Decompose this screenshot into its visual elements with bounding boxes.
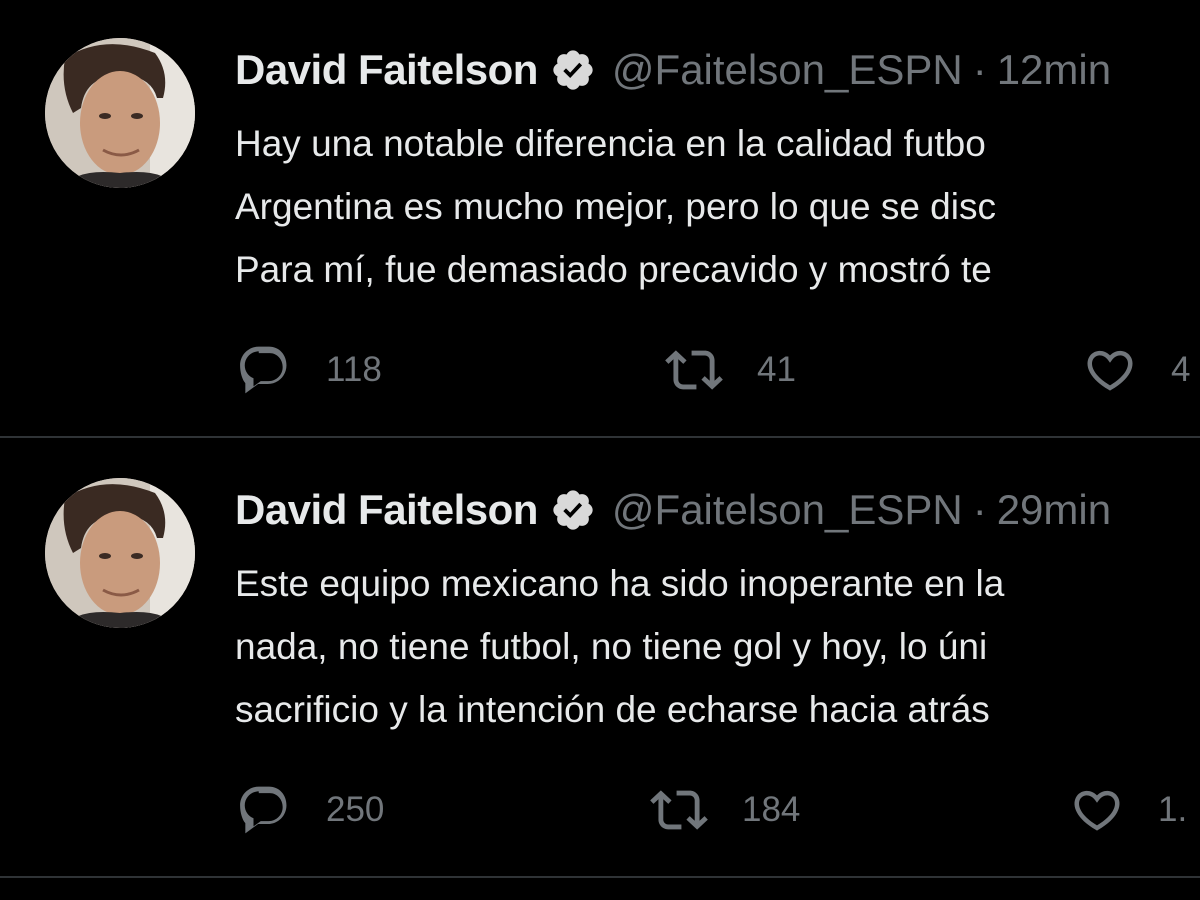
heart-icon — [1087, 350, 1133, 391]
user-handle[interactable]: @Faitelson_ESPN — [612, 484, 963, 536]
tweet[interactable]: David Faitelson @Faitelson_ESPN · 12min … — [0, 0, 1200, 438]
tweet-text-line: nada, no tiene futbol, no tiene gol y ho… — [235, 626, 988, 667]
heart-icon — [1074, 790, 1120, 831]
timestamp[interactable]: 12min — [997, 44, 1111, 96]
tweet-text-line: Argentina es mucho mejor, pero lo que se… — [235, 186, 996, 227]
reply-button[interactable]: 250 — [236, 775, 384, 845]
like-button[interactable]: 1. — [1070, 775, 1187, 845]
retweet-button[interactable]: 41 — [665, 335, 796, 405]
tweet-text-line: Este equipo mexicano ha sido inoperante … — [235, 563, 1005, 604]
retweet-icon — [665, 350, 723, 390]
tweet-actions: 250 184 1. — [0, 775, 1200, 845]
display-name[interactable]: David Faitelson — [235, 44, 538, 96]
reply-bubble-icon — [240, 786, 287, 834]
verified-badge-icon — [550, 47, 596, 93]
separator-dot: · — [972, 46, 987, 93]
retweet-count: 184 — [742, 790, 801, 829]
reply-count: 250 — [326, 790, 385, 829]
display-name[interactable]: David Faitelson — [235, 484, 538, 536]
timeline-feed: David Faitelson @Faitelson_ESPN · 12min … — [0, 0, 1200, 900]
timestamp[interactable]: 29min — [997, 484, 1111, 536]
tweet-header: David Faitelson @Faitelson_ESPN · 12min — [235, 44, 1111, 96]
tweet-text-line: Hay una notable diferencia en la calidad… — [235, 123, 986, 164]
tweet-text-line: sacrificio y la intención de echarse hac… — [235, 689, 990, 730]
verified-badge-icon — [550, 487, 596, 533]
reply-button[interactable]: 118 — [236, 335, 382, 405]
like-count: 4 — [1171, 350, 1191, 389]
tweet-text: Hay una notable diferencia en la calidad… — [235, 112, 996, 301]
tweet-divider — [0, 876, 1200, 878]
avatar[interactable] — [45, 478, 195, 628]
tweet-divider — [0, 436, 1200, 438]
avatar-photo — [45, 478, 195, 628]
separator-dot: · — [972, 486, 987, 533]
like-button[interactable]: 4 — [1083, 335, 1190, 405]
avatar[interactable] — [45, 38, 195, 188]
tweet-text: Este equipo mexicano ha sido inoperante … — [235, 552, 1004, 741]
tweet-header: David Faitelson @Faitelson_ESPN · 29min — [235, 484, 1111, 536]
reply-count: 118 — [326, 350, 382, 389]
retweet-icon — [650, 790, 708, 830]
avatar-photo — [45, 38, 195, 188]
tweet-actions: 118 41 4 — [0, 335, 1200, 405]
user-handle[interactable]: @Faitelson_ESPN — [612, 44, 963, 96]
tweet-text-line: Para mí, fue demasiado precavido y mostr… — [235, 249, 992, 290]
reply-bubble-icon — [240, 346, 287, 394]
tweet[interactable]: David Faitelson @Faitelson_ESPN · 29min … — [0, 440, 1200, 880]
like-count: 1. — [1158, 790, 1188, 829]
retweet-count: 41 — [757, 350, 796, 389]
retweet-button[interactable]: 184 — [650, 775, 800, 845]
